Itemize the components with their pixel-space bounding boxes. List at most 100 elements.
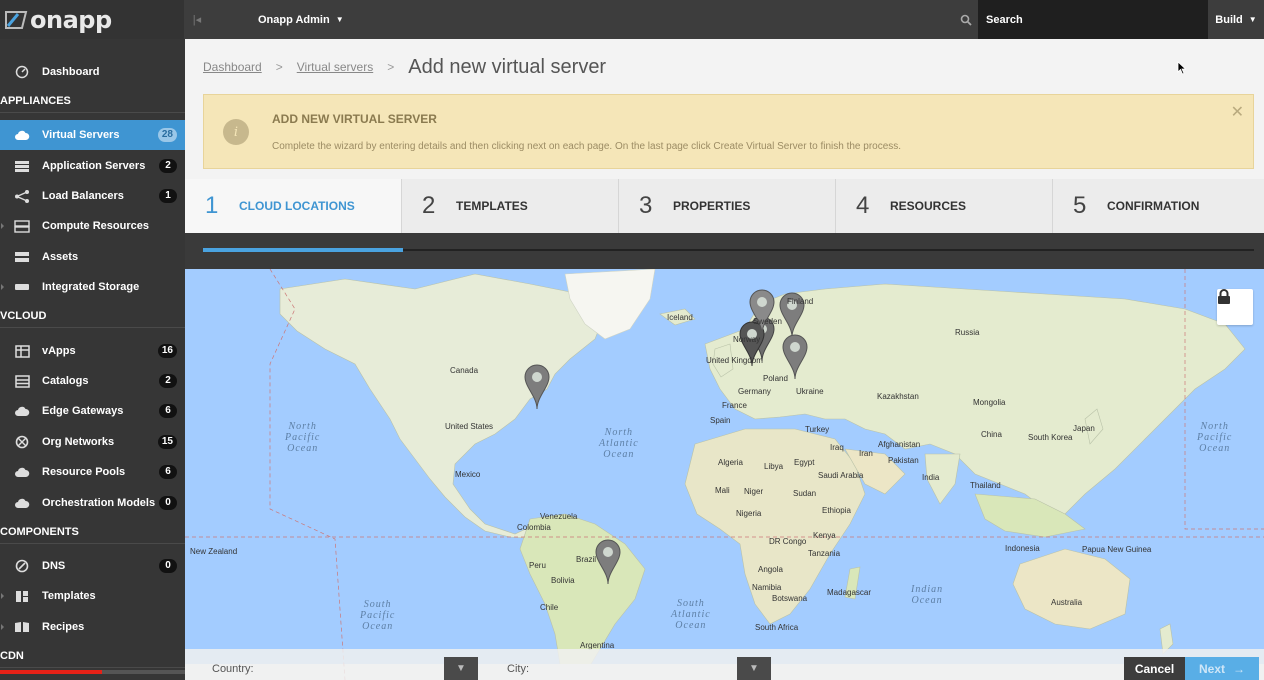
search-icon[interactable] xyxy=(954,0,978,39)
sidebar-item-orchestration-models[interactable]: Orchestration Models 0 xyxy=(0,488,185,518)
cloud-icon xyxy=(14,128,30,142)
country-label: Spain xyxy=(710,416,731,425)
templates-icon xyxy=(14,589,30,603)
collapse-sidebar-button[interactable]: |◂ xyxy=(186,0,208,39)
sidebar-item-label: Assets xyxy=(42,251,79,263)
count-badge: 28 xyxy=(157,128,177,142)
sidebar-item-application-servers[interactable]: Application Servers 2 xyxy=(0,151,185,181)
video-progress-bar[interactable] xyxy=(0,670,185,674)
step-number: 2 xyxy=(422,192,436,219)
map-canvas xyxy=(185,269,1264,680)
country-label: Japan xyxy=(1073,424,1095,433)
step-number: 5 xyxy=(1073,192,1087,219)
country-label: Turkey xyxy=(805,425,830,434)
sidebar-item-org-networks[interactable]: Org Networks 15 xyxy=(0,427,185,457)
chevron-down-icon: ▼ xyxy=(456,663,466,674)
sidebar-item-vapps[interactable]: vApps 16 xyxy=(0,336,185,366)
country-label: Bolivia xyxy=(551,576,575,585)
vapps-icon xyxy=(14,344,30,358)
expand-arrow-icon xyxy=(1,284,4,290)
country-dropdown[interactable]: ▼ xyxy=(444,657,478,680)
wizard-step-resources[interactable]: 4 RESOURCES xyxy=(836,179,1053,233)
country-label: United Kingdom xyxy=(706,356,763,365)
sidebar-item-label: Org Networks xyxy=(42,436,115,448)
onapp-logo-icon xyxy=(5,10,28,29)
wizard-step-properties[interactable]: 3 PROPERTIES xyxy=(619,179,836,233)
sidebar-item-catalogs[interactable]: Catalogs 2 xyxy=(0,366,185,396)
wizard-step-confirmation[interactable]: 5 CONFIRMATION xyxy=(1053,179,1264,233)
assets-icon xyxy=(14,250,30,264)
dashboard-icon xyxy=(14,65,30,79)
sidebar-item-label: Orchestration Models xyxy=(42,497,156,509)
sidebar-item-label: Virtual Servers xyxy=(42,129,120,141)
country-label: Colombia xyxy=(517,523,551,532)
country-label: Finland xyxy=(787,297,814,306)
sidebar-item-virtual-servers[interactable]: Virtual Servers 28 xyxy=(0,120,185,150)
step-name: PROPERTIES xyxy=(673,199,751,213)
sidebar-item-dashboard[interactable]: Dashboard xyxy=(0,57,185,87)
compute-icon xyxy=(14,219,30,233)
country-label: Germany xyxy=(738,387,771,396)
section-cdn: CDN xyxy=(0,644,185,668)
country-label: Brazil xyxy=(576,555,597,564)
count-badge: 16 xyxy=(157,344,177,358)
sidebar-item-templates[interactable]: Templates xyxy=(0,581,185,611)
build-menu[interactable]: Build ▼ xyxy=(1208,0,1264,39)
country-label: Pakistan xyxy=(888,456,919,465)
info-icon: i xyxy=(223,119,249,145)
country-label: Sweden xyxy=(753,317,782,326)
chevron-down-icon: ▼ xyxy=(749,663,759,674)
country-label: Indonesia xyxy=(1005,544,1040,553)
progress-fill xyxy=(203,248,403,252)
sidebar-item-load-balancers[interactable]: Load Balancers 1 xyxy=(0,181,185,211)
sidebar-item-edge-gateways[interactable]: Edge Gateways 6 xyxy=(0,396,185,426)
map-pin[interactable] xyxy=(524,364,550,410)
country-label: Mali xyxy=(715,486,730,495)
sidebar-item-assets[interactable]: Assets xyxy=(0,242,185,272)
country-label: Niger xyxy=(744,487,764,496)
wizard-step-cloud-locations[interactable]: 1 CLOUD LOCATIONS xyxy=(185,179,402,233)
country-label: Papua New Guinea xyxy=(1082,545,1152,554)
sidebar-item-dns[interactable]: DNS 0 xyxy=(0,551,185,581)
country-label: Canada xyxy=(450,366,479,375)
country-label: China xyxy=(981,430,1002,439)
next-button[interactable]: Next → xyxy=(1185,657,1259,680)
step-name: TEMPLATES xyxy=(456,199,528,213)
lock-map-button[interactable] xyxy=(1217,289,1253,325)
sidebar: Dashboard APPLIANCES Virtual Servers 28 … xyxy=(0,39,185,680)
caret-down-icon: ▼ xyxy=(335,15,344,24)
top-bar: onapp |◂ Onapp Admin ▼ Search Build ▼ xyxy=(0,0,1264,39)
country-label: Thailand xyxy=(970,481,1001,490)
alert-title: ADD NEW VIRTUAL SERVER xyxy=(272,112,437,126)
sidebar-item-integrated-storage[interactable]: Integrated Storage xyxy=(0,272,185,302)
sidebar-item-resource-pools[interactable]: Resource Pools 6 xyxy=(0,457,185,487)
edge-gateway-icon xyxy=(14,404,30,418)
breadcrumb-dashboard[interactable]: Dashboard xyxy=(203,60,262,74)
country-label: Angola xyxy=(758,565,783,574)
close-icon[interactable]: ✕ xyxy=(1231,102,1244,122)
country-label: Afghanistan xyxy=(878,440,921,449)
breadcrumb-virtual-servers[interactable]: Virtual servers xyxy=(297,60,373,74)
cancel-button[interactable]: Cancel xyxy=(1124,657,1185,680)
country-label: Ethiopia xyxy=(822,506,851,515)
country-label: Tanzania xyxy=(808,549,841,558)
country-label: Country: xyxy=(212,663,254,675)
city-dropdown[interactable]: ▼ xyxy=(737,657,771,680)
user-menu[interactable]: Onapp Admin ▼ xyxy=(258,0,344,39)
sidebar-item-recipes[interactable]: Recipes xyxy=(0,612,185,642)
search-input[interactable]: Search xyxy=(978,0,1208,39)
recipes-icon xyxy=(14,620,30,634)
video-progress-fill xyxy=(0,670,102,674)
logo[interactable]: onapp xyxy=(0,0,184,39)
country-label: Norway xyxy=(733,335,761,344)
count-badge: 0 xyxy=(159,496,177,510)
ocean-label: Indian Ocean xyxy=(911,584,944,606)
wizard-step-templates[interactable]: 2 TEMPLATES xyxy=(402,179,619,233)
sidebar-item-label: Application Servers xyxy=(42,160,146,172)
wizard-progress xyxy=(185,233,1264,269)
country-label: Saudi Arabia xyxy=(818,471,864,480)
city-label: City: xyxy=(507,663,529,675)
sidebar-item-compute-resources[interactable]: Compute Resources xyxy=(0,211,185,241)
world-map[interactable]: Finland Sweden Norway Iceland Russia Uni… xyxy=(185,269,1264,680)
resource-pool-icon xyxy=(14,465,30,479)
